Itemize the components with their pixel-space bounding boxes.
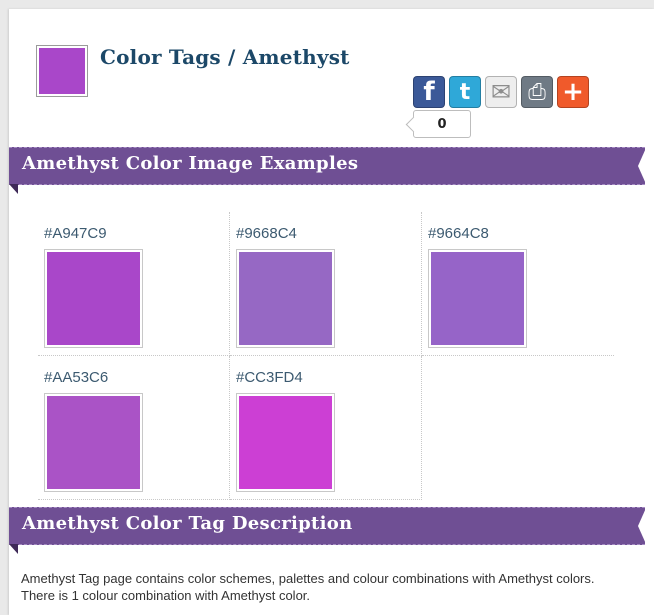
print-button[interactable]: ⎙ <box>521 76 553 108</box>
color-swatch-fill <box>239 252 332 345</box>
color-example-cell[interactable]: #AA53C6 <box>38 356 230 500</box>
twitter-icon: t <box>459 79 471 105</box>
share-count: 0 <box>437 116 447 132</box>
color-hex-label: #CC3FD4 <box>236 369 303 386</box>
color-example-cell[interactable]: #9664C8 <box>422 212 614 356</box>
color-swatch-fill <box>239 396 332 489</box>
color-swatch-fill <box>431 252 524 345</box>
ribbon-notch <box>638 508 646 544</box>
color-swatch-fill <box>47 252 140 345</box>
facebook-share-button[interactable]: f <box>413 76 445 108</box>
print-icon: ⎙ <box>528 79 546 105</box>
color-swatch[interactable] <box>44 393 143 492</box>
color-swatch[interactable] <box>428 249 527 348</box>
examples-section-title: Amethyst Color Image Examples <box>22 153 359 174</box>
email-share-button[interactable]: ✉ <box>485 76 517 108</box>
ribbon-fold <box>9 544 18 554</box>
color-example-cell[interactable]: #CC3FD4 <box>230 356 422 500</box>
facebook-icon: f <box>423 77 435 107</box>
color-example-cell[interactable]: #9668C4 <box>230 212 422 356</box>
ribbon-fold <box>9 184 18 194</box>
page-title: Color Tags / Amethyst <box>100 45 350 69</box>
color-hex-label: #A947C9 <box>44 225 107 242</box>
twitter-share-button[interactable]: t <box>449 76 481 108</box>
tag-description: Amethyst Tag page contains color schemes… <box>21 571 595 603</box>
plus-icon: + <box>562 77 584 107</box>
color-hex-label: #AA53C6 <box>44 369 109 386</box>
examples-section-header: Amethyst Color Image Examples <box>9 147 646 194</box>
content-panel: Color Tags / Amethyst f t ✉ ⎙ + 0 Amethy… <box>9 9 654 615</box>
color-swatch[interactable] <box>44 249 143 348</box>
share-count-bubble: 0 <box>405 110 471 138</box>
title-color-swatch <box>36 45 88 97</box>
description-section-title: Amethyst Color Tag Description <box>22 513 353 534</box>
color-swatch[interactable] <box>236 393 335 492</box>
description-section-header: Amethyst Color Tag Description <box>9 507 646 554</box>
email-icon: ✉ <box>490 78 512 106</box>
title-color-fill <box>39 48 85 94</box>
color-hex-label: #9664C8 <box>428 225 489 242</box>
color-hex-label: #9668C4 <box>236 225 297 242</box>
color-example-cell[interactable]: #A947C9 <box>38 212 230 356</box>
color-swatch[interactable] <box>236 249 335 348</box>
ribbon-notch <box>638 148 646 184</box>
color-swatch-fill <box>47 396 140 489</box>
count-bubble-pointer <box>405 116 422 133</box>
color-examples-grid: #A947C9 #9668C4 #9664C8 #AA53C6 #CC3FD4 <box>38 212 614 500</box>
more-share-button[interactable]: + <box>557 76 589 108</box>
